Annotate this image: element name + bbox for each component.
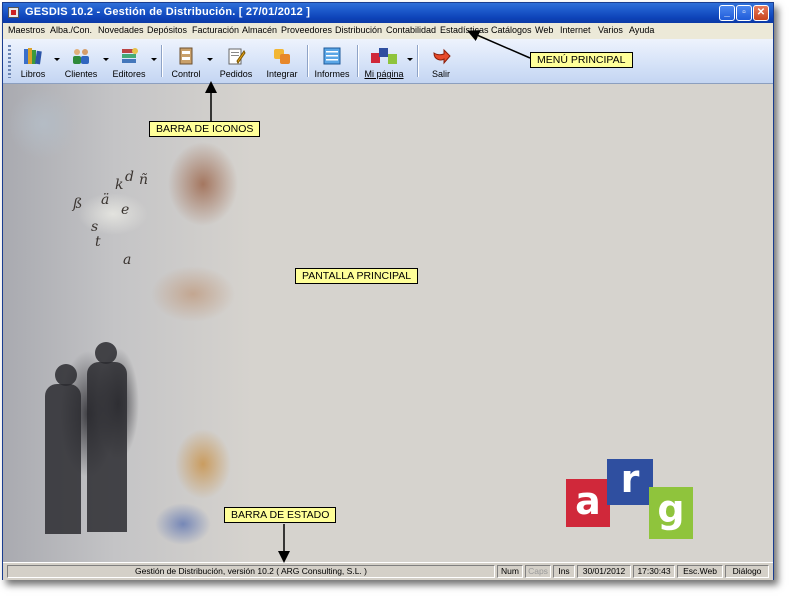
mi-pagina-button[interactable]: Mi página (362, 43, 406, 81)
menu-internet[interactable]: Internet (560, 25, 591, 35)
publishers-icon (122, 48, 138, 63)
menu-almacen[interactable]: Almacén (242, 25, 277, 35)
app-icon[interactable] (8, 7, 19, 18)
status-message: Gestión de Distribución, versión 10.2 ( … (7, 565, 495, 578)
icon-toolbar: Libros Clientes Editores Control Pedidos… (3, 39, 773, 84)
arg-logo-icon (371, 48, 397, 64)
title-bar[interactable]: GESDIS 10.2 - Gestión de Distribución. [… (3, 3, 773, 23)
control-dropdown-arrow[interactable] (207, 58, 213, 61)
status-date: 30/01/2012 (577, 565, 631, 578)
users-icon (73, 49, 89, 64)
status-esc-web[interactable]: Esc.Web (677, 565, 723, 578)
integrate-icon (274, 49, 290, 64)
status-time: 17:30:43 (633, 565, 675, 578)
salir-button[interactable]: Salir (423, 43, 459, 81)
clientes-button[interactable]: Clientes (61, 43, 101, 81)
menu-novedades[interactable]: Novedades (98, 25, 144, 35)
background-letter: d (125, 169, 134, 185)
menu-alba-con[interactable]: Alba./Con. (50, 25, 92, 35)
background-letter: k (115, 177, 124, 193)
status-bar: Gestión de Distribución, versión 10.2 ( … (3, 562, 773, 580)
person-silhouette-head (95, 342, 117, 364)
menu-maestros[interactable]: Maestros (8, 25, 45, 35)
mi-pagina-dropdown-arrow[interactable] (407, 58, 413, 61)
informes-label: Informes (314, 69, 350, 79)
application-window: GESDIS 10.2 - Gestión de Distribución. [… (2, 2, 774, 580)
libros-label: Libros (20, 69, 46, 79)
main-screen: k d ñ ä ß e s t a PANTALLA PRINCIPAL a r… (3, 84, 773, 562)
maximize-button[interactable]: ▫ (736, 5, 752, 21)
informes-button[interactable]: Informes (312, 43, 352, 81)
clientes-label: Clientes (64, 69, 98, 79)
menu-facturacion[interactable]: Facturación (192, 25, 239, 35)
control-label: Control (171, 69, 201, 79)
menu-web[interactable]: Web (535, 25, 553, 35)
menu-bar: Maestros Alba./Con. Novedades Depósitos … (3, 23, 773, 39)
libros-button[interactable]: Libros (15, 43, 51, 81)
status-ins: Ins (553, 565, 575, 578)
background-letter: e (121, 202, 130, 218)
background-letter: s (91, 219, 99, 235)
background-letter: ß (73, 196, 83, 212)
background-letter: ä (101, 192, 110, 208)
cabinet-icon (179, 47, 193, 65)
menu-estadisticas[interactable]: Estadísticas (440, 25, 489, 35)
menu-catalogos[interactable]: Catálogos (491, 25, 532, 35)
background-letter: t (95, 234, 101, 250)
editores-label: Editores (112, 69, 146, 79)
logo-letter-g: g (649, 487, 693, 539)
minimize-button[interactable]: _ (719, 5, 735, 21)
toolbar-grip[interactable] (8, 45, 11, 78)
menu-contabilidad[interactable]: Contabilidad (386, 25, 436, 35)
person-silhouette-body (87, 362, 127, 532)
menu-principal-callout: MENÚ PRINCIPAL (530, 52, 633, 68)
person-silhouette-head (55, 364, 77, 386)
pantalla-principal-callout: PANTALLA PRINCIPAL (295, 268, 419, 284)
logo-letter-a: a (566, 479, 610, 527)
menu-ayuda[interactable]: Ayuda (629, 25, 654, 35)
mi-pagina-label: Mi página (364, 69, 404, 79)
toolbar-separator (357, 45, 359, 77)
books-icon (24, 48, 42, 65)
status-caps: Caps (525, 565, 551, 578)
background-collage-image: k d ñ ä ß e s t a (3, 84, 253, 562)
editores-button[interactable]: Editores (109, 43, 149, 81)
reports-icon (323, 47, 341, 65)
person-silhouette-body (45, 384, 81, 534)
status-num: Num (497, 565, 523, 578)
integrar-label: Integrar (266, 69, 298, 79)
pedidos-button[interactable]: Pedidos (215, 43, 257, 81)
editores-dropdown-arrow[interactable] (151, 58, 157, 61)
menu-depositos[interactable]: Depósitos (147, 25, 187, 35)
menu-varios[interactable]: Varios (598, 25, 623, 35)
barra-iconos-callout: BARRA DE ICONOS (149, 121, 261, 137)
integrar-button[interactable]: Integrar (263, 43, 301, 81)
menu-proveedores[interactable]: Proveedores (281, 25, 332, 35)
logo-letter-r: r (607, 459, 653, 505)
salir-label: Salir (431, 69, 450, 79)
order-pencil-icon (228, 48, 246, 65)
exit-arrow-icon (433, 48, 451, 65)
libros-dropdown-arrow[interactable] (54, 58, 60, 61)
status-dialogo[interactable]: Diálogo (725, 565, 769, 578)
control-button[interactable]: Control (167, 43, 205, 81)
close-button[interactable]: ✕ (753, 5, 769, 21)
pedidos-label: Pedidos (219, 69, 253, 79)
toolbar-separator (307, 45, 309, 77)
toolbar-separator (161, 45, 163, 77)
background-letter: ñ (139, 172, 149, 188)
background-letter: a (123, 252, 132, 268)
window-title: GESDIS 10.2 - Gestión de Distribución. [… (25, 6, 311, 18)
barra-estado-callout: BARRA DE ESTADO (224, 507, 337, 523)
menu-distribucion[interactable]: Distribución (335, 25, 382, 35)
toolbar-separator (417, 45, 419, 77)
